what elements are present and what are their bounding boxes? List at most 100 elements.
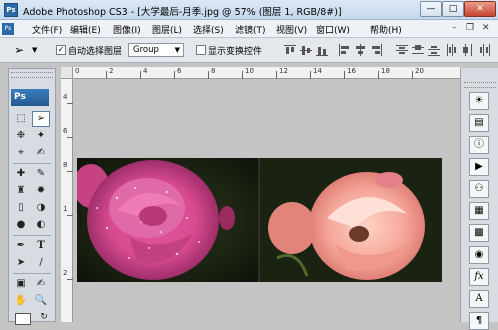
distribute-vcenter-icon[interactable]: [412, 44, 424, 56]
right-panel-dock: ☀ ▤ ⓘ ▶ ⚇ ▦ ▩ ◉ fx A ¶: [460, 68, 498, 330]
distribute-left-icon[interactable]: [446, 44, 458, 56]
align-bottom-icon[interactable]: [316, 44, 328, 56]
ruler-tick: [276, 71, 277, 79]
layers-icon[interactable]: fx: [469, 268, 489, 286]
menu-view[interactable]: 视图(V): [276, 23, 307, 36]
menu-select[interactable]: 选择(S): [193, 23, 224, 36]
toolbox-grip[interactable]: [11, 72, 53, 78]
info-icon[interactable]: ⓘ: [469, 136, 489, 154]
show-transform-checkbox[interactable]: [196, 45, 206, 55]
ruler-label: 8: [63, 161, 68, 169]
align-vcenter-icon[interactable]: [300, 44, 312, 56]
show-transform-label: 显示变换控件: [208, 47, 263, 57]
auto-select-checkbox[interactable]: ✓: [56, 45, 66, 55]
panel-grip[interactable]: [464, 82, 496, 88]
menu-image[interactable]: 图像(I): [113, 23, 141, 36]
ruler-tick: [242, 71, 243, 79]
paint-bucket-tool-icon[interactable]: ◑: [32, 200, 50, 216]
distribute-hcenter-icon[interactable]: [462, 44, 474, 56]
ps-logo: Ps: [11, 89, 49, 106]
document-icon: Ps: [2, 23, 14, 35]
dodge-tool-icon[interactable]: ◐: [32, 217, 50, 233]
doc-restore-icon[interactable]: ❐: [466, 23, 474, 33]
ruler-left: 4 6 8 1 2: [61, 79, 73, 322]
ruler-label: 4: [143, 67, 148, 75]
healing-brush-tool-icon[interactable]: ✚: [12, 166, 30, 182]
zoom-tool-icon[interactable]: 🔍: [32, 293, 50, 309]
close-button[interactable]: ✕: [464, 1, 496, 17]
title-bar: Ps Adobe Photoshop CS3 - [大学最后-月季.jpg @ …: [0, 0, 498, 20]
eraser-tool-icon[interactable]: ▯: [12, 200, 30, 216]
swap-colors-icon[interactable]: ↻: [35, 309, 53, 325]
menu-layer[interactable]: 图层(L): [152, 23, 182, 36]
type-tool-icon[interactable]: T: [32, 238, 50, 254]
character-icon[interactable]: A: [469, 290, 489, 308]
actions-icon[interactable]: ▶: [469, 158, 489, 176]
ruler-tick: [412, 71, 413, 79]
brush-tool-icon[interactable]: ✎: [32, 166, 50, 182]
ruler-label: 16: [347, 67, 356, 75]
maximize-button[interactable]: □: [442, 1, 464, 17]
histogram-icon[interactable]: ▤: [469, 114, 489, 132]
crop-tool-icon[interactable]: ⌖: [12, 145, 30, 161]
ruler-label: 10: [245, 67, 254, 75]
menu-window[interactable]: 窗口(W): [316, 23, 350, 36]
styles-icon[interactable]: ◉: [469, 246, 489, 264]
photoshop-app-icon: Ps: [4, 3, 18, 17]
document-image[interactable]: [73, 158, 442, 282]
ruler-tick: [106, 71, 107, 79]
pen-tool-icon[interactable]: ✒: [12, 238, 30, 254]
eyedropper-sample-tool-icon[interactable]: ✍: [32, 276, 50, 292]
separator: [13, 235, 51, 236]
magic-wand-tool-icon[interactable]: ✦: [32, 128, 50, 144]
color-icon[interactable]: ▦: [469, 202, 489, 220]
doc-minimize-icon[interactable]: –: [452, 23, 457, 33]
ruler-label: 0: [75, 67, 80, 75]
history-icon[interactable]: ⚇: [469, 180, 489, 198]
distribute-bottom-icon[interactable]: [428, 44, 440, 56]
ruler-tick: [140, 71, 141, 79]
distribute-right-icon[interactable]: [478, 44, 490, 56]
ruler-tick: [310, 71, 311, 79]
lasso-tool-icon[interactable]: ❉: [12, 128, 30, 144]
chevron-down-icon: ▼: [174, 46, 180, 54]
toolbox: Ps ⬚ ➢ ❉ ✦ ⌖ ✍ ✚ ✎ ♜ ✹ ▯ ◑ ● ◐ ✒ T ➤ ∕ ▣…: [8, 68, 56, 325]
move-tool-icon[interactable]: ➢: [32, 111, 50, 127]
chevron-down-icon[interactable]: ▼: [32, 46, 37, 54]
line-tool-icon[interactable]: ∕: [32, 255, 50, 271]
paragraph-icon[interactable]: ¶: [469, 312, 489, 330]
menu-help[interactable]: 帮助(H): [370, 23, 402, 36]
ruler-label: 6: [63, 127, 68, 135]
path-selection-tool-icon[interactable]: ➤: [12, 255, 30, 271]
doc-close-icon[interactable]: ✕: [482, 23, 490, 33]
history-brush-tool-icon[interactable]: ✹: [32, 183, 50, 199]
align-left-icon[interactable]: [338, 44, 350, 56]
eyedropper-tool-icon[interactable]: ✍: [32, 145, 50, 161]
group-select-value: Group: [133, 45, 159, 55]
menu-filter[interactable]: 滤镜(T): [235, 23, 266, 36]
hand-tool-icon[interactable]: ✋: [12, 293, 30, 309]
ruler-tick: [174, 71, 175, 79]
align-top-icon[interactable]: [284, 44, 296, 56]
clone-stamp-tool-icon[interactable]: ♜: [12, 183, 30, 199]
ruler-corner[interactable]: [61, 67, 73, 79]
menu-edit[interactable]: 编辑(E): [70, 23, 101, 36]
foreground-color-swatch[interactable]: [15, 313, 31, 325]
navigator-icon[interactable]: ☀: [469, 92, 489, 110]
minimize-button[interactable]: —: [420, 1, 442, 17]
menu-bar: Ps 文件(F) 编辑(E) 图像(I) 图层(L) 选择(S) 滤镜(T) 视…: [0, 20, 498, 38]
group-select[interactable]: Group ▼: [128, 43, 184, 57]
move-tool-icon[interactable]: ➢: [14, 43, 24, 57]
notes-tool-icon[interactable]: ▣: [12, 276, 30, 292]
separator: [13, 273, 51, 274]
ruler-label: 1: [63, 205, 68, 213]
blur-tool-icon[interactable]: ●: [12, 217, 30, 233]
rose-photo: [73, 158, 442, 282]
marquee-tool-icon[interactable]: ⬚: [12, 111, 30, 127]
ruler-label: 12: [279, 67, 288, 75]
distribute-top-icon[interactable]: [396, 44, 408, 56]
align-hcenter-icon[interactable]: [354, 44, 366, 56]
align-right-icon[interactable]: [370, 44, 382, 56]
menu-file[interactable]: 文件(F): [32, 23, 62, 36]
swatches-icon[interactable]: ▩: [469, 224, 489, 242]
